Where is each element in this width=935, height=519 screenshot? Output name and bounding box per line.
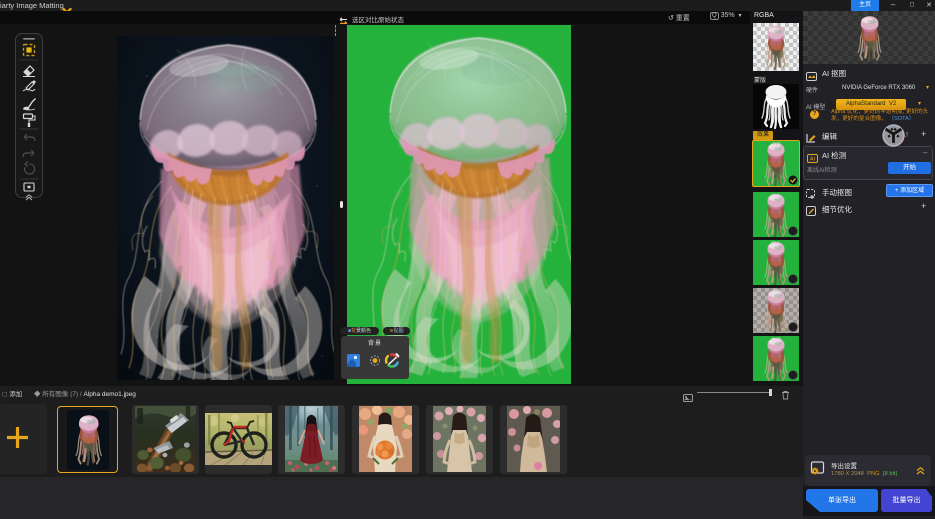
svg-text:纯色: 纯色 — [771, 193, 781, 200]
svg-text:图片: 图片 — [771, 241, 781, 248]
svg-text:模糊: 模糊 — [771, 337, 781, 344]
svg-text:透明: 透明 — [771, 289, 781, 296]
svg-text:AI: AI — [810, 157, 816, 163]
